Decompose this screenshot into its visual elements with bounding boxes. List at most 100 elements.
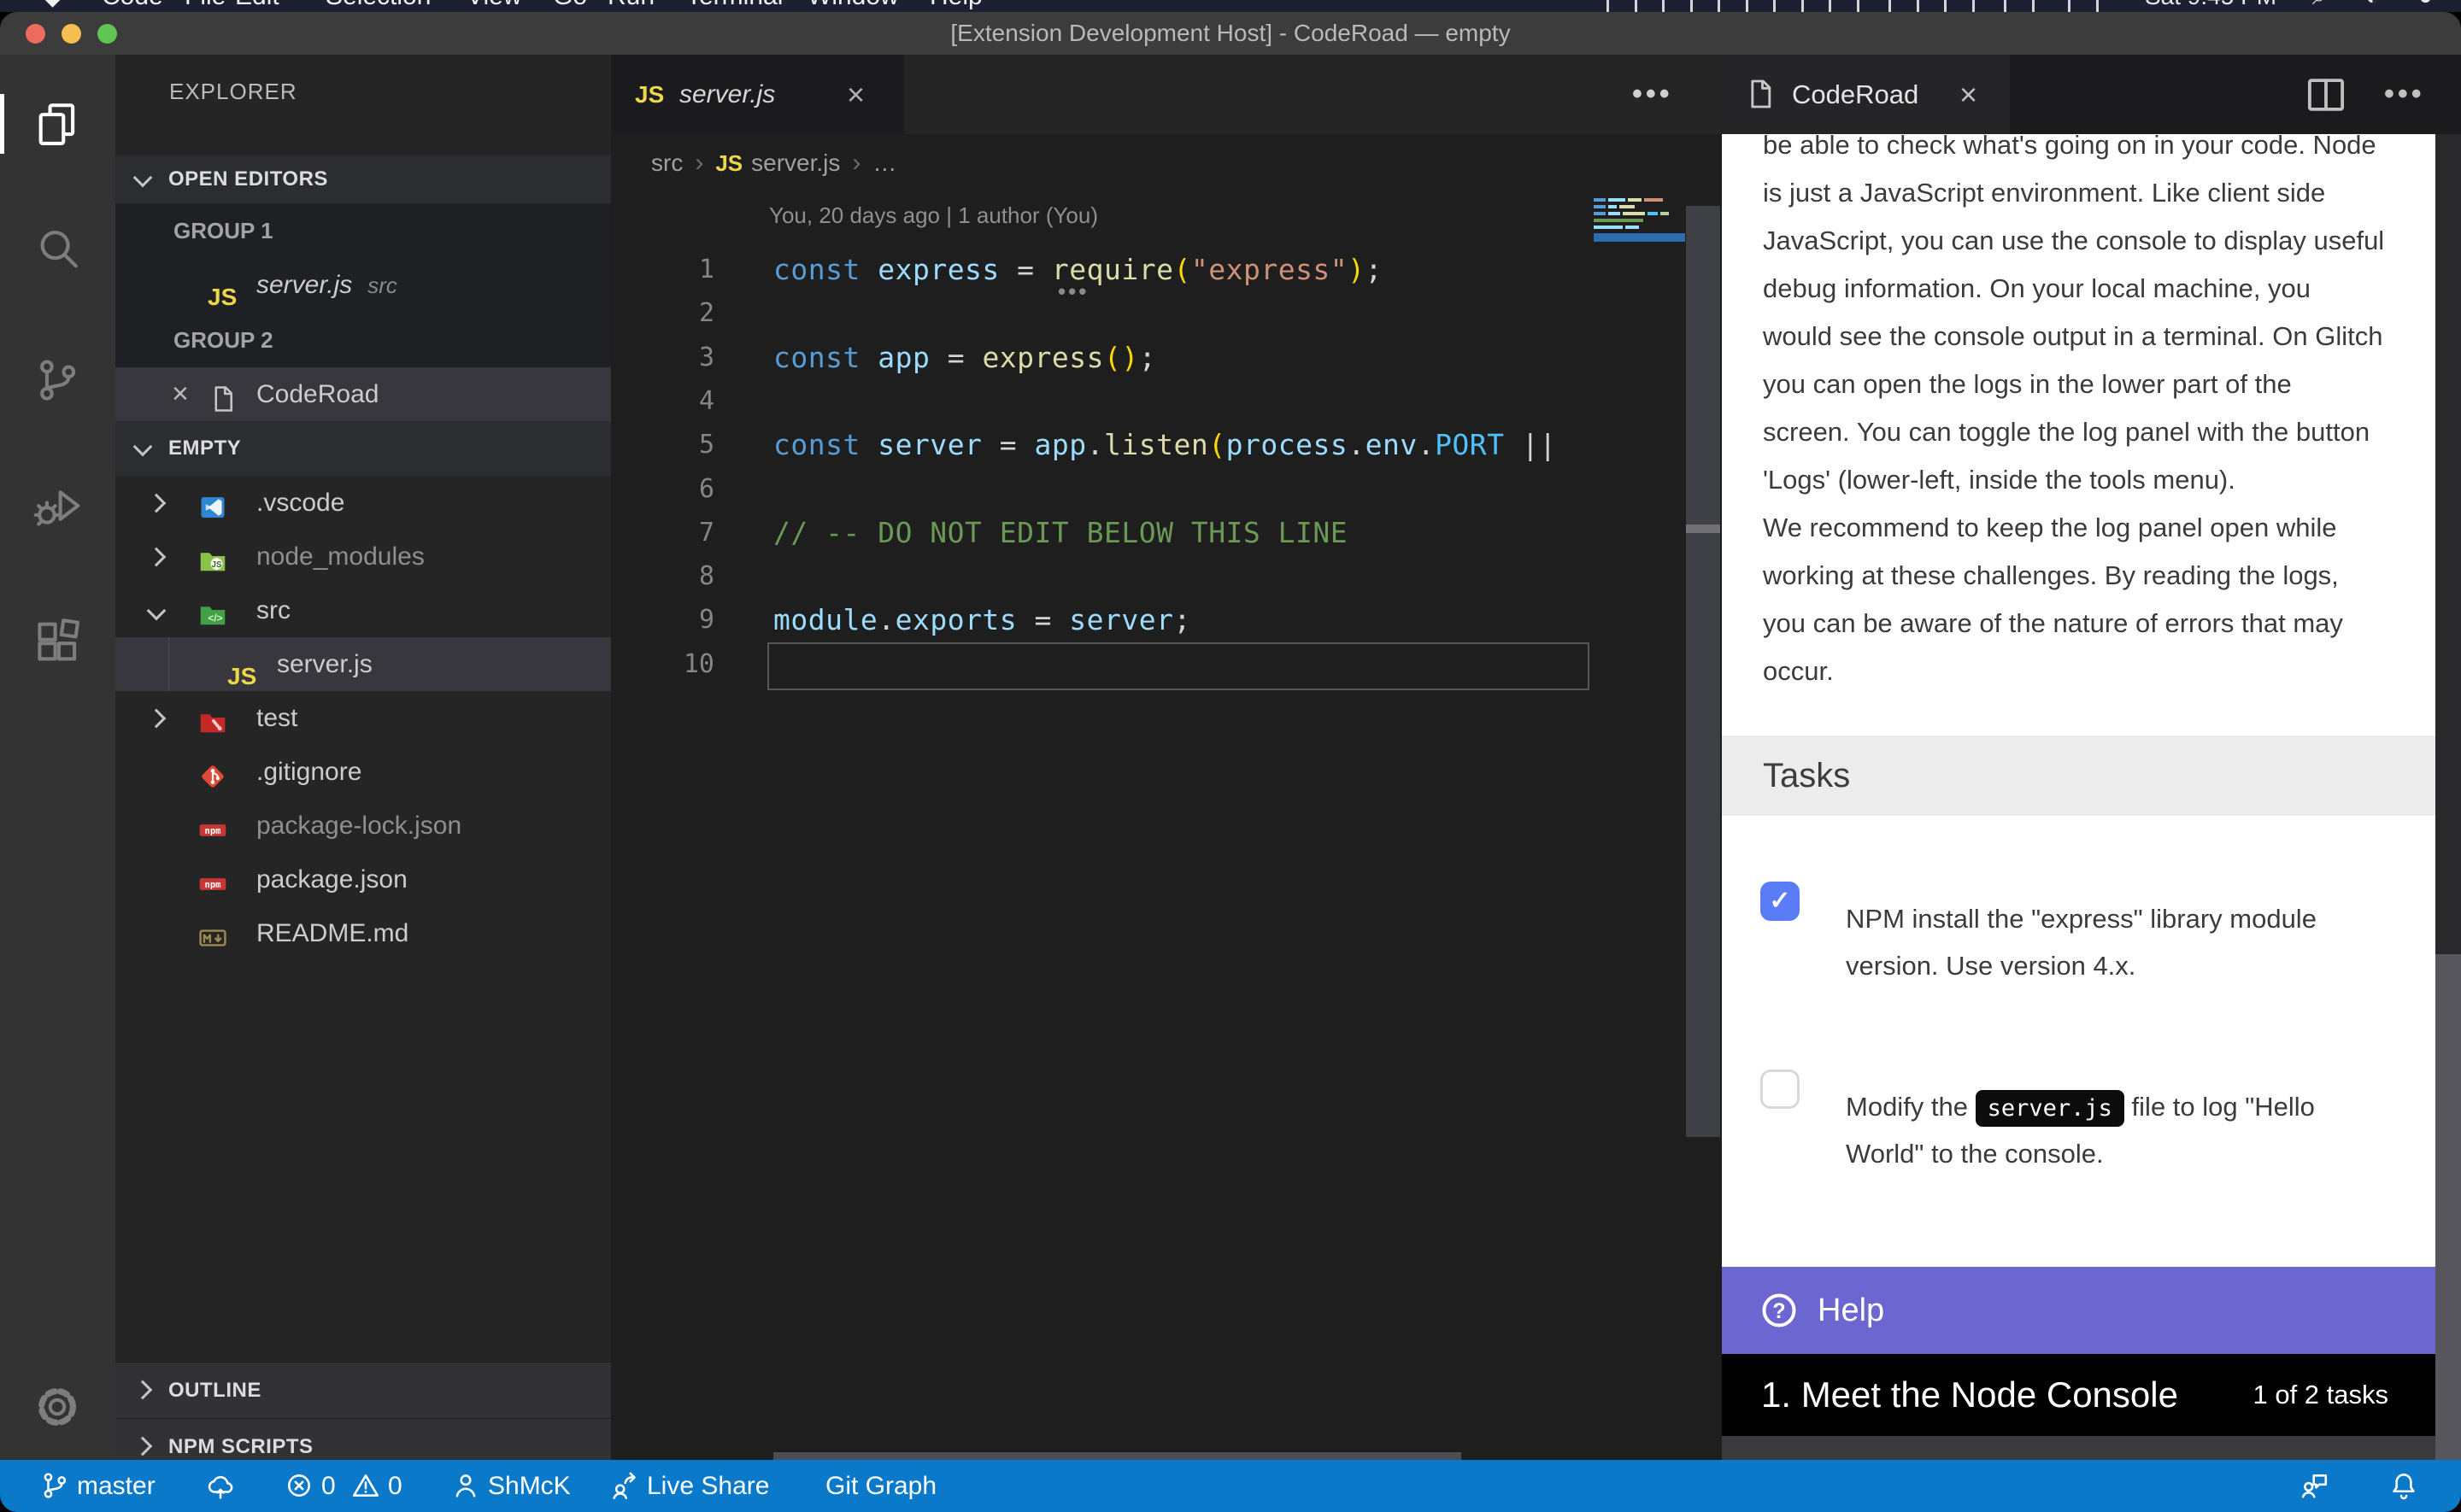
tree-item-vscode[interactable]: .vscode bbox=[115, 476, 611, 530]
breadcrumb-item[interactable]: src bbox=[651, 149, 683, 176]
npm-icon: npm bbox=[197, 864, 228, 895]
menu-item-view[interactable]: View bbox=[467, 0, 521, 12]
close-editor-icon[interactable]: × bbox=[172, 367, 189, 421]
tree-item-package-lockjson[interactable]: npmpackage-lock.json bbox=[115, 799, 611, 853]
menu-status-icon[interactable] bbox=[1662, 0, 1693, 12]
open-editor-server.js[interactable]: JSserver.jssrc bbox=[115, 258, 611, 312]
menu-status-icon[interactable] bbox=[2004, 0, 2035, 12]
task-checkbox-2[interactable] bbox=[1760, 1070, 1800, 1109]
status-feedback[interactable] bbox=[2299, 1460, 2336, 1512]
minimap[interactable] bbox=[1594, 198, 1685, 251]
minimap-line bbox=[1594, 219, 1685, 222]
minimap-line bbox=[1594, 205, 1685, 208]
lesson-text-line: be able to check what's going on in your… bbox=[1763, 134, 2404, 169]
lesson-text-line: you can be aware of the nature of errors… bbox=[1763, 600, 2404, 648]
screen: ◆ Code File Edit Selection View Go Run Terminal W… bbox=[0, 0, 2461, 1512]
breadcrumb[interactable]: src›JSserver.js›… bbox=[611, 134, 1722, 192]
spotlight-icon[interactable]: ⌕ bbox=[2312, 0, 2326, 12]
coderoad-panel: CodeRoad × ••• be able to check what's g… bbox=[1722, 55, 2461, 1460]
activity-run-and-debug[interactable] bbox=[0, 479, 115, 534]
menu-item-go[interactable]: Go bbox=[553, 0, 587, 12]
help-button[interactable]: ? Help bbox=[1722, 1267, 2435, 1354]
menu-item-code[interactable]: Code bbox=[102, 0, 163, 12]
code-line-5[interactable]: const server = app.listen(process.env.PO… bbox=[773, 423, 1557, 467]
menu-status-icon[interactable] bbox=[1829, 0, 1859, 12]
editor-vertical-scrollbar[interactable] bbox=[1686, 146, 1720, 1452]
task-checkbox-1[interactable]: ✓ bbox=[1760, 882, 1800, 921]
active-indicator bbox=[0, 94, 4, 154]
status-notifications[interactable] bbox=[2388, 1460, 2426, 1512]
menu-status-icon[interactable] bbox=[1606, 0, 1637, 12]
activity-source-control[interactable] bbox=[0, 354, 115, 408]
status-live-share[interactable]: Live Share bbox=[609, 1460, 769, 1512]
menu-item-help[interactable]: Help bbox=[930, 0, 983, 12]
scrollbar-thumb[interactable] bbox=[1686, 206, 1720, 1137]
activity-extensions[interactable] bbox=[0, 616, 115, 671]
menu-status-icon[interactable] bbox=[1888, 0, 1919, 12]
section-open-editors[interactable]: OPEN EDITORS bbox=[115, 155, 611, 203]
tree-item-test[interactable]: test bbox=[115, 691, 611, 745]
lesson-paragraph: be able to check what's going on in your… bbox=[1763, 134, 2404, 695]
lesson-footer[interactable]: 1. Meet the Node Console 1 of 2 tasks bbox=[1722, 1354, 2435, 1436]
tab-server-js[interactable]: JS server.js × bbox=[611, 55, 904, 134]
section-npm-scripts[interactable]: NPM SCRIPTS bbox=[115, 1418, 611, 1460]
control-center-icon[interactable]: ◐ bbox=[2365, 0, 2380, 12]
menu-status-icon[interactable] bbox=[1944, 0, 1975, 12]
code-line-7[interactable]: // -- DO NOT EDIT BELOW THIS LINE bbox=[773, 511, 1348, 555]
status-warnings[interactable]: 0 bbox=[350, 1460, 402, 1512]
menu-item-selection[interactable]: Selection bbox=[326, 0, 431, 12]
editor-more-actions-icon[interactable]: ••• bbox=[1632, 55, 1673, 134]
menu-item-run[interactable]: Run bbox=[608, 0, 655, 12]
tree-item-packagejson[interactable]: npmpackage.json bbox=[115, 853, 611, 906]
activity-search[interactable] bbox=[0, 223, 115, 278]
open-editors-group-label: GROUP 2 bbox=[115, 313, 611, 366]
activity-bar bbox=[0, 55, 115, 1460]
panel-more-actions-icon[interactable]: ••• bbox=[2384, 55, 2425, 134]
menu-item-file[interactable]: File bbox=[185, 0, 226, 12]
panel-tab-bar: CodeRoad × ••• bbox=[1722, 55, 2461, 134]
menu-status-icon[interactable] bbox=[1773, 0, 1804, 12]
title-bar[interactable]: [Extension Development Host] - CodeRoad … bbox=[0, 12, 2461, 55]
code-line-9[interactable]: module.exports = server; bbox=[773, 598, 1191, 642]
menu-item-terminal[interactable]: Terminal bbox=[686, 0, 783, 12]
tree-item-READMEmd[interactable]: README.md bbox=[115, 906, 611, 960]
status-live-share-account[interactable]: ShMcK bbox=[450, 1460, 571, 1512]
breadcrumb-item[interactable]: JSserver.js bbox=[715, 149, 840, 176]
breadcrumb-separator: › bbox=[695, 149, 703, 177]
section-outline[interactable]: OUTLINE bbox=[115, 1362, 611, 1419]
code-line-3[interactable]: const app = express(); bbox=[773, 336, 1156, 380]
open-editor-coderoad[interactable]: ×CodeRoad bbox=[115, 367, 611, 421]
macos-menu-bar[interactable]: ◆ Code File Edit Selection View Go Run Terminal W… bbox=[0, 0, 2461, 12]
menu-status-icon[interactable] bbox=[1718, 0, 1748, 12]
status-errors[interactable]: 0 bbox=[284, 1460, 336, 1512]
split-editor-icon[interactable] bbox=[2303, 72, 2349, 118]
siri-icon[interactable]: ● bbox=[2418, 0, 2433, 12]
menu-item-edit[interactable]: Edit bbox=[235, 0, 279, 12]
line-number: 2 bbox=[611, 291, 714, 336]
tree-item-serverjs[interactable]: JSserver.js bbox=[115, 637, 611, 691]
status-bar: master 00 ShMcK Live Share Git Graph bbox=[0, 1460, 2461, 1512]
tree-item-src[interactable]: </>src bbox=[115, 583, 611, 637]
current-line-highlight bbox=[767, 642, 1589, 690]
tree-item-node_modules[interactable]: JSnode_modules bbox=[115, 530, 611, 583]
activity-explorer[interactable] bbox=[0, 97, 115, 152]
panel-scrollbar[interactable] bbox=[2435, 134, 2461, 1460]
menu-status-icon[interactable] bbox=[2068, 0, 2099, 12]
coderoad-content: be able to check what's going on in your… bbox=[1722, 134, 2435, 1460]
status-git-graph[interactable]: Git Graph bbox=[825, 1460, 937, 1512]
menu-item-window[interactable]: Window bbox=[808, 0, 899, 12]
codelens-annotation[interactable]: You, 20 days ago | 1 author (You) bbox=[769, 198, 1098, 232]
window-title: [Extension Development Host] - CodeRoad … bbox=[0, 12, 2461, 55]
status-publish[interactable] bbox=[205, 1460, 243, 1512]
status-git-branch[interactable]: master bbox=[39, 1460, 156, 1512]
panel-scrollbar-thumb[interactable] bbox=[2435, 954, 2461, 1460]
menu-clock[interactable]: Sat 9:45 PM bbox=[2145, 0, 2276, 12]
section-empty[interactable]: EMPTY bbox=[115, 421, 611, 476]
close-tab-icon[interactable]: × bbox=[1959, 55, 1977, 134]
apple-menu-icon[interactable]: ◆ bbox=[43, 0, 62, 12]
activity-settings[interactable] bbox=[0, 1380, 115, 1435]
tab-coderoad[interactable]: CodeRoad × bbox=[1722, 55, 2010, 134]
close-tab-icon[interactable]: × bbox=[847, 55, 865, 134]
tree-item-gitignore[interactable]: .gitignore bbox=[115, 745, 611, 799]
breadcrumb-item[interactable]: … bbox=[872, 149, 896, 176]
